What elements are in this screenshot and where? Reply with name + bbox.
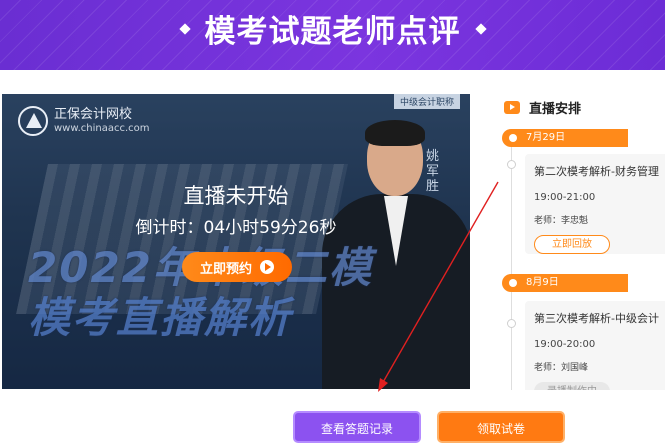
page: 模考试题老师点评 正保会计网校 www.chinaacc.com 中级会计职称 … (0, 0, 665, 448)
brand-url: www.chinaacc.com (54, 123, 150, 134)
brand-logo: 正保会计网校 www.chinaacc.com (18, 106, 150, 136)
schedule-item-teacher: 老师：刘国峰 (534, 363, 589, 373)
schedule-date: 8月9日 (502, 274, 628, 292)
recording-in-progress-badge: 录播制作中 (534, 382, 610, 390)
countdown-value: 04小时59分26秒 (203, 218, 337, 238)
timeline-line (511, 142, 512, 390)
play-icon (260, 260, 274, 274)
get-exam-paper-button[interactable]: 领取试卷 (437, 411, 565, 443)
reserve-button[interactable]: 立即预约 (182, 252, 292, 282)
schedule-item[interactable]: 第三次模考解析-中级会计 19:00-20:00 老师：刘国峰 录播制作中 (525, 301, 665, 390)
schedule-item-time: 19:00-21:00 (534, 192, 596, 203)
schedule-item-teacher: 老师：李忠魁 (534, 216, 589, 226)
diamond-icon (178, 22, 191, 35)
timeline-dot (507, 160, 516, 169)
presenter-hair (365, 120, 425, 146)
replay-button[interactable]: 立即回放 (534, 235, 610, 254)
schedule-header: 直播安排 (504, 98, 581, 117)
page-title-text: 模考试题老师点评 (204, 14, 461, 50)
page-title: 模考试题老师点评 (0, 6, 665, 51)
level-tag: 中级会计职称 (393, 94, 460, 109)
timeline-dot (507, 319, 516, 328)
live-tv-icon (504, 101, 520, 114)
reserve-label: 立即预约 (199, 261, 252, 277)
countdown: 倒计时：04小时59分26秒 (2, 213, 470, 238)
view-answer-record-button[interactable]: 查看答题记录 (293, 411, 421, 443)
diamond-icon (474, 22, 487, 35)
schedule-item-title: 第二次模考解析-财务管理 (534, 165, 659, 178)
countdown-label: 倒计时： (135, 218, 204, 238)
live-schedule-panel[interactable]: 直播安排 7月29日 第二次模考解析-财务管理 19:00-21:00 老师：李… (492, 94, 665, 390)
logo-icon (18, 106, 48, 136)
schedule-title: 直播安排 (529, 102, 582, 117)
header-banner: 模考试题老师点评 (0, 0, 665, 70)
schedule-item-title: 第三次模考解析-中级会计 (534, 312, 659, 325)
schedule-item[interactable]: 第二次模考解析-财务管理 19:00-21:00 老师：李忠魁 立即回放 (525, 154, 665, 254)
live-video-player[interactable]: 正保会计网校 www.chinaacc.com 中级会计职称 姚军胜 2022年… (2, 94, 470, 389)
banner-line-2: 模考直播解析 (28, 293, 293, 342)
live-status: 直播未开始 (183, 184, 289, 208)
brand-name: 正保会计网校 (54, 107, 133, 122)
schedule-item-time: 19:00-20:00 (534, 339, 596, 350)
schedule-date: 7月29日 (502, 129, 628, 147)
